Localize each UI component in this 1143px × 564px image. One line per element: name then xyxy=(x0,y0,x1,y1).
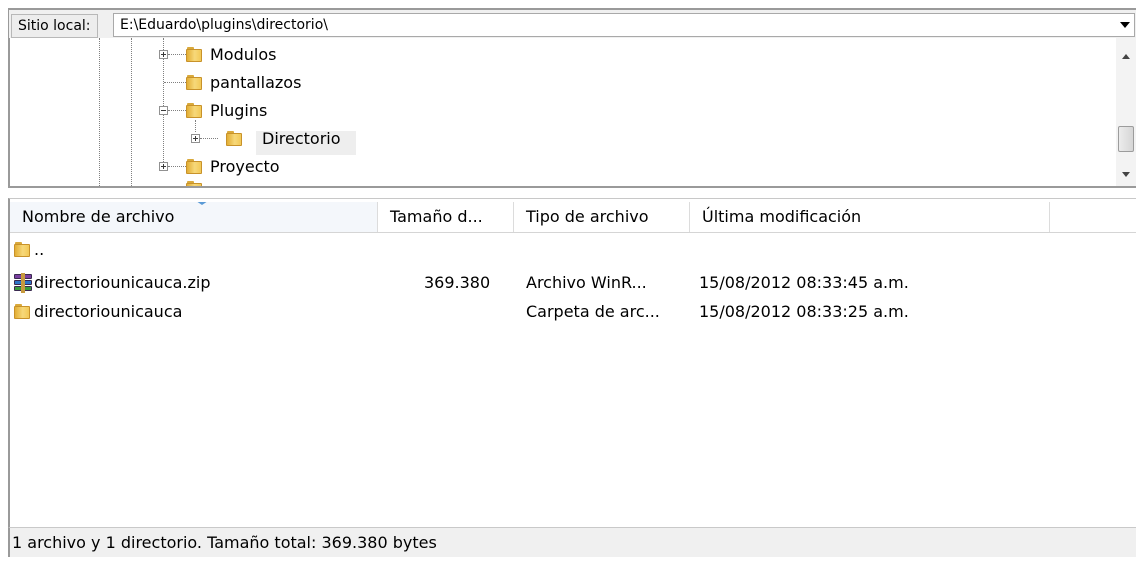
expand-plus-icon[interactable] xyxy=(191,134,200,143)
tree-connector xyxy=(168,54,186,55)
file-name: directoriounicauca.zip xyxy=(34,273,211,292)
expand-plus-icon[interactable] xyxy=(159,162,168,171)
file-name: directoriounicauca xyxy=(34,302,183,321)
tree-item-plugins[interactable]: Plugins xyxy=(10,99,1110,123)
local-site-pane: Sitio local: E:\Eduardo\plugins\director… xyxy=(0,0,1143,564)
folder-icon xyxy=(186,103,202,118)
tree-item-modulos[interactable]: Modulos xyxy=(10,43,1110,67)
column-header-type[interactable]: Tipo de archivo xyxy=(514,202,690,232)
local-path-combobox[interactable]: E:\Eduardo\plugins\directorio\ xyxy=(113,13,1135,37)
winrar-archive-icon xyxy=(13,273,33,293)
column-header-label: Tipo de archivo xyxy=(526,207,649,226)
local-path-text[interactable]: E:\Eduardo\plugins\directorio\ xyxy=(120,14,328,36)
file-list[interactable]: Nombre de archivo Tamaño d... Tipo de ar… xyxy=(8,198,1136,556)
file-name: .. xyxy=(34,240,45,259)
folder-icon xyxy=(226,131,242,146)
tree-connector xyxy=(168,110,186,111)
sort-ascending-icon xyxy=(196,202,208,205)
scroll-thumb[interactable] xyxy=(1118,126,1134,152)
file-modified: 15/08/2012 08:33:45 a.m. xyxy=(699,273,909,292)
column-header-modified[interactable]: Última modificación xyxy=(690,202,1050,232)
tree-connector xyxy=(200,138,218,139)
tree-item-label: Proyecto xyxy=(210,157,280,176)
file-type: Carpeta de arc... xyxy=(526,302,660,321)
status-bar: 1 archivo y 1 directorio. Tamaño total: … xyxy=(8,527,1136,557)
folder-icon xyxy=(14,242,30,257)
expand-plus-icon[interactable] xyxy=(159,50,168,59)
tree-item-label: Directorio xyxy=(262,129,341,148)
column-header-size[interactable]: Tamaño d... xyxy=(378,202,514,232)
collapse-minus-icon[interactable] xyxy=(159,106,168,115)
directory-tree[interactable]: Modulos pantallazos Plugins Directorio P… xyxy=(8,38,1136,188)
tree-item-proyecto[interactable]: Proyecto xyxy=(10,155,1110,179)
column-header-label: Tamaño d... xyxy=(390,207,483,226)
column-header-label: Nombre de archivo xyxy=(22,207,175,226)
file-modified: 15/08/2012 08:33:25 a.m. xyxy=(699,302,909,321)
local-site-label: Sitio local: xyxy=(11,14,98,38)
file-list-header: Nombre de archivo Tamaño d... Tipo de ar… xyxy=(10,202,1136,233)
tree-item-label: Plugins xyxy=(210,101,268,120)
tree-item-pantallazos[interactable]: pantallazos xyxy=(10,71,1110,95)
file-row[interactable]: directoriounicauca.zip 369.380 Archivo W… xyxy=(10,270,1136,296)
tree-item-label: Modulos xyxy=(210,45,277,64)
folder-icon xyxy=(14,304,30,319)
tree-item-label: pantallazos xyxy=(210,73,302,92)
status-text: 1 archivo y 1 directorio. Tamaño total: … xyxy=(12,533,437,552)
file-size: 369.380 xyxy=(424,273,491,292)
scroll-down-arrow-icon[interactable] xyxy=(1122,172,1130,177)
folder-icon xyxy=(186,47,202,62)
local-site-bar: Sitio local: E:\Eduardo\plugins\director… xyxy=(8,8,1136,38)
folder-icon xyxy=(186,181,202,186)
file-type: Archivo WinR... xyxy=(526,273,647,292)
file-row[interactable]: directoriounicauca Carpeta de arc... 15/… xyxy=(10,299,1136,325)
column-header-label: Última modificación xyxy=(702,207,862,226)
scroll-up-arrow-icon[interactable] xyxy=(1122,54,1130,59)
dropdown-arrow-icon[interactable] xyxy=(1120,22,1130,28)
folder-icon xyxy=(186,159,202,174)
tree-connector xyxy=(164,82,186,83)
file-row-parent-dir[interactable]: .. xyxy=(10,237,1136,263)
folder-icon xyxy=(186,75,202,90)
column-header-name[interactable]: Nombre de archivo xyxy=(10,202,378,232)
tree-scrollbar[interactable] xyxy=(1116,38,1136,186)
tree-connector xyxy=(168,166,186,167)
tree-item-directorio[interactable]: Directorio xyxy=(10,127,1110,151)
